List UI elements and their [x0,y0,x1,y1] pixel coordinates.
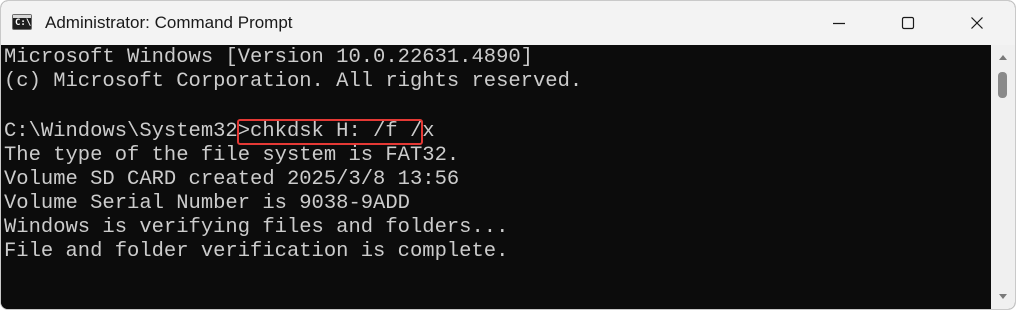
console-line: Volume SD CARD created 2025/3/8 13:56 [4,168,460,191]
minimize-button[interactable] [816,1,862,45]
scroll-down-arrow-icon[interactable] [999,294,1007,299]
title-bar[interactable]: C:\ Administrator: Command Prompt [1,1,1015,45]
vertical-scrollbar[interactable] [991,45,1015,309]
maximize-icon [901,16,915,30]
console-line: Windows is verifying files and folders..… [4,216,509,239]
scrollbar-thumb[interactable] [998,72,1007,98]
console-line: Microsoft Windows [Version 10.0.22631.48… [4,46,533,69]
command-prompt-icon-glyph: C:\ [15,18,32,28]
command-prompt-icon[interactable]: C:\ [12,14,32,30]
console-line: Volume Serial Number is 9038-9ADD [4,192,410,215]
console-line: (c) Microsoft Corporation. All rights re… [4,70,583,93]
command-prompt-window: C:\ Administrator: Command Prompt Micros… [0,0,1016,310]
scroll-up-arrow-icon[interactable] [999,55,1007,60]
close-icon [971,17,983,29]
maximize-button[interactable] [885,1,931,45]
console-output[interactable]: Microsoft Windows [Version 10.0.22631.48… [1,45,991,309]
window-title: Administrator: Command Prompt [45,13,293,32]
command-highlight-box [237,119,423,145]
console-line: The type of the file system is FAT32. [4,144,460,167]
console-line: File and folder verification is complete… [4,240,509,263]
minimize-icon [833,22,845,25]
close-button[interactable] [954,1,1000,45]
